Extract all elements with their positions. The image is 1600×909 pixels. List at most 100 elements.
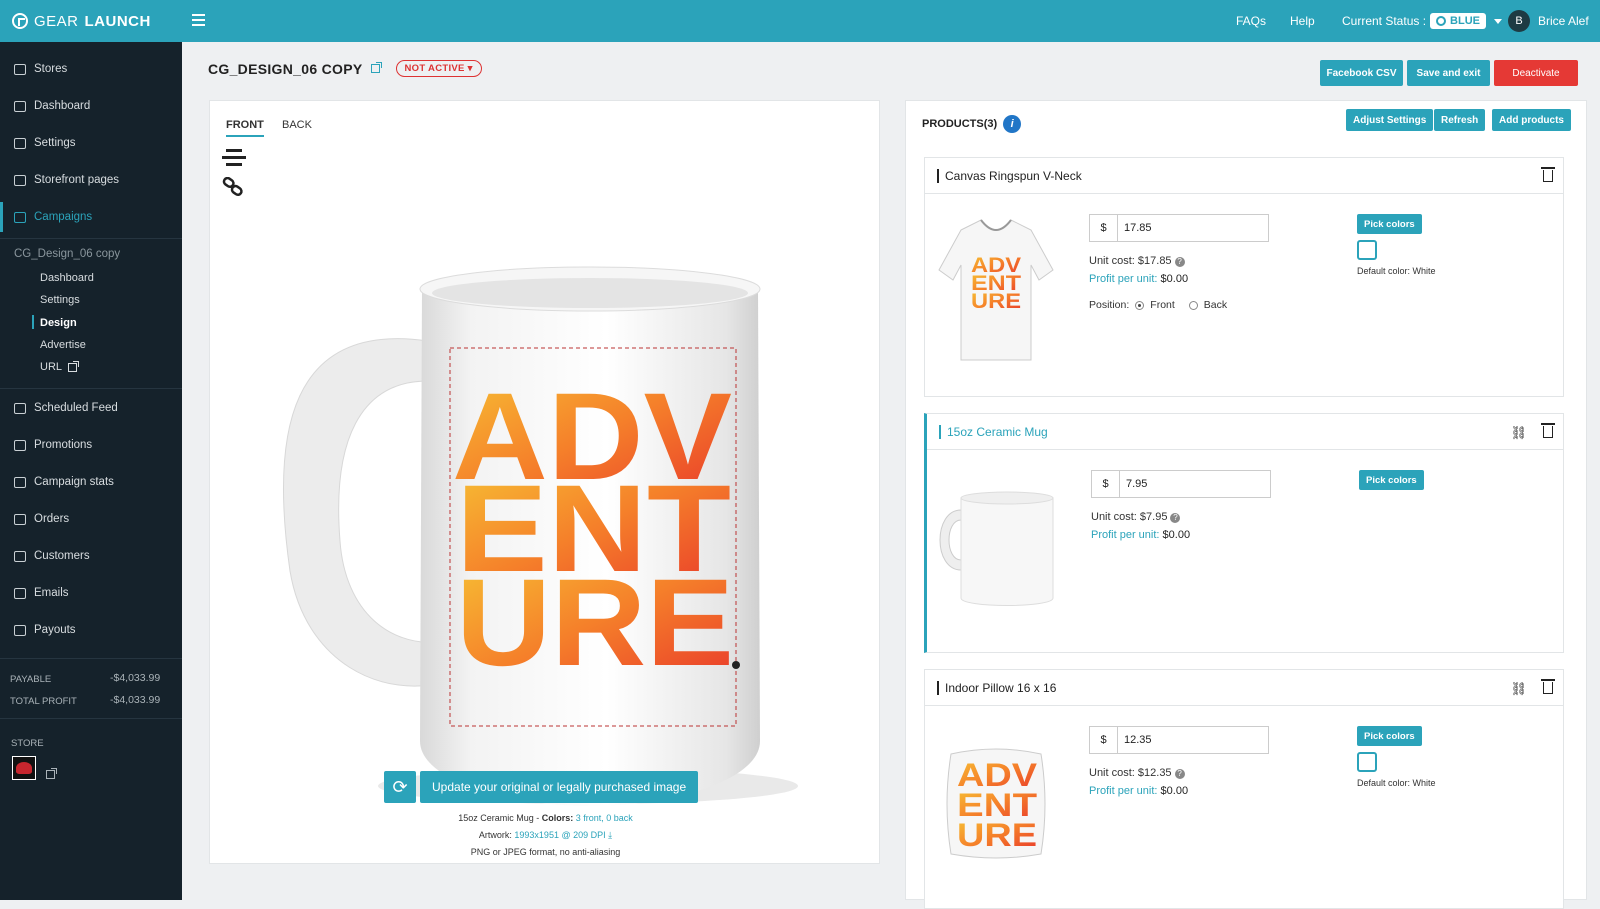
refresh-button[interactable]: Refresh: [1434, 109, 1486, 131]
trash-icon[interactable]: [1541, 167, 1555, 182]
refresh-icon[interactable]: ⟳: [384, 771, 416, 803]
add-products-button[interactable]: Add products: [1492, 109, 1571, 131]
external-link-icon[interactable]: [370, 62, 382, 73]
download-icon[interactable]: ⤓: [608, 830, 612, 840]
adjust-settings-button[interactable]: Adjust Settings: [1346, 109, 1434, 131]
pick-colors-button[interactable]: Pick colors: [1357, 726, 1422, 746]
sidebar-item-scheduled-feed[interactable]: Scheduled Feed: [0, 393, 182, 423]
product-name: 15oz Ceramic Mug: [947, 424, 1048, 439]
logo-text-light: GEAR: [34, 12, 79, 30]
status-dropdown[interactable]: NOT ACTIVE ▾: [395, 60, 482, 77]
artwork-line: URE: [971, 290, 1021, 313]
help-link[interactable]: Help: [1290, 0, 1315, 42]
price-input[interactable]: [1120, 471, 1270, 497]
status-badge[interactable]: BLUE: [1430, 13, 1486, 29]
price-field[interactable]: $: [1091, 470, 1271, 498]
tab-front[interactable]: FRONT: [226, 119, 264, 137]
info-artwork-link[interactable]: 1993x1951 @ 209 DPI: [514, 830, 605, 840]
profit-per-unit: Profit per unit: $0.00: [1089, 273, 1188, 285]
sidebar-item-label: Stores: [34, 63, 68, 75]
sidebar-item-customers[interactable]: Customers: [0, 541, 182, 571]
color-swatch[interactable]: [1357, 752, 1377, 772]
sidebar-item-emails[interactable]: Emails: [0, 578, 182, 608]
save-exit-button[interactable]: Save and exit: [1407, 60, 1490, 86]
sidebar-item-storefront[interactable]: Storefront pages: [0, 165, 182, 195]
external-link-icon: [68, 360, 80, 372]
sidebar-item-orders[interactable]: Orders: [0, 504, 182, 534]
price-input[interactable]: [1118, 727, 1268, 753]
dashboard-icon: [14, 100, 26, 112]
rss-icon: [14, 402, 26, 414]
drag-handle-icon[interactable]: [937, 168, 939, 183]
link-icon[interactable]: ⛓: [1510, 681, 1527, 697]
orders-icon: [14, 513, 26, 525]
product-card: Canvas Ringspun V-Neck ADV ENT URE $ Uni…: [924, 157, 1564, 397]
drag-handle-icon[interactable]: [939, 424, 941, 439]
profit-label: Profit per unit:: [1089, 785, 1158, 797]
chevron-down-icon[interactable]: [1494, 18, 1502, 24]
hamburger-menu-icon[interactable]: [192, 14, 205, 29]
tshirt-thumbnail: ADV ENT URE: [938, 219, 1054, 361]
artwork-line: URE: [957, 817, 1037, 853]
sub-item-settings[interactable]: Settings: [40, 294, 80, 306]
facebook-csv-button[interactable]: Facebook CSV: [1320, 60, 1403, 86]
sub-item-advertise[interactable]: Advertise: [40, 339, 86, 351]
faqs-link[interactable]: FAQs: [1236, 0, 1266, 42]
trash-icon[interactable]: [1541, 679, 1555, 694]
sidebar-item-campaigns[interactable]: Campaigns: [0, 202, 182, 232]
sidebar-item-dashboard[interactable]: Dashboard: [0, 91, 182, 121]
gearlaunch-logo-icon: [12, 13, 28, 29]
page-title-row: CG_DESIGN_06 COPY NOT ACTIVE ▾: [208, 60, 482, 77]
sidebar-item-settings[interactable]: Settings: [0, 128, 182, 158]
align-center-icon[interactable]: [222, 149, 246, 170]
resize-handle[interactable]: [732, 661, 740, 669]
currency-symbol: $: [1092, 471, 1120, 497]
update-image-button[interactable]: Update your original or legally purchase…: [420, 771, 699, 803]
link-icon[interactable]: ⛓: [1510, 425, 1527, 441]
avatar: B: [1508, 10, 1530, 32]
pillow-thumbnail: ADV ENT URE: [946, 748, 1046, 859]
artwork-line: URE: [456, 554, 734, 692]
sidebar-item-campaign-stats[interactable]: Campaign stats: [0, 467, 182, 497]
campaign-name[interactable]: CG_Design_06 copy: [14, 248, 120, 260]
store-avatar[interactable]: [12, 756, 36, 780]
trash-icon[interactable]: [1541, 423, 1555, 438]
sub-item-dashboard[interactable]: Dashboard: [40, 272, 94, 284]
external-link-icon[interactable]: [46, 768, 57, 779]
status-value: BLUE: [1450, 15, 1480, 27]
logo-text-bold: LAUNCH: [84, 12, 151, 30]
radio-back[interactable]: [1188, 300, 1198, 310]
info-icon[interactable]: i: [1003, 115, 1022, 133]
question-icon[interactable]: ?: [1170, 513, 1181, 523]
deactivate-button[interactable]: Deactivate: [1494, 60, 1578, 86]
tab-back[interactable]: BACK: [282, 119, 312, 131]
link-icon[interactable]: [222, 177, 246, 197]
sidebar-item-payouts[interactable]: Payouts: [0, 615, 182, 645]
pick-colors-button[interactable]: Pick colors: [1357, 214, 1422, 234]
sub-item-url[interactable]: URL: [40, 360, 80, 373]
question-icon[interactable]: ?: [1174, 769, 1185, 779]
total-profit-label: TOTAL PROFIT: [10, 696, 77, 707]
sub-item-design[interactable]: Design: [40, 317, 77, 329]
price-field[interactable]: $: [1089, 214, 1269, 242]
price-field[interactable]: $: [1089, 726, 1269, 754]
price-input[interactable]: [1118, 215, 1268, 241]
artwork[interactable]: ADV ENT URE: [452, 368, 734, 692]
pick-colors-button[interactable]: Pick colors: [1359, 470, 1424, 490]
logo[interactable]: GEAR LAUNCH: [0, 0, 182, 42]
sidebar-item-label: Dashboard: [34, 100, 91, 112]
sidebar-item-stores[interactable]: Stores: [0, 54, 182, 84]
drag-handle-icon[interactable]: [937, 680, 939, 695]
radio-front[interactable]: [1135, 300, 1145, 310]
status-area[interactable]: Current Status : BLUE: [1342, 0, 1502, 42]
divider: [0, 658, 182, 659]
info-colors-link[interactable]: 3 front, 0 back: [576, 813, 633, 823]
storefront-icon: [14, 174, 26, 186]
info-product: 15oz Ceramic Mug -: [458, 813, 542, 823]
gear-icon: [14, 137, 26, 149]
sidebar: Stores Dashboard Settings Storefront pag…: [0, 42, 182, 900]
question-icon[interactable]: ?: [1174, 257, 1185, 267]
user-menu[interactable]: B Brice Alef: [1508, 0, 1589, 42]
color-swatch[interactable]: [1357, 240, 1377, 260]
sidebar-item-promotions[interactable]: Promotions: [0, 430, 182, 460]
